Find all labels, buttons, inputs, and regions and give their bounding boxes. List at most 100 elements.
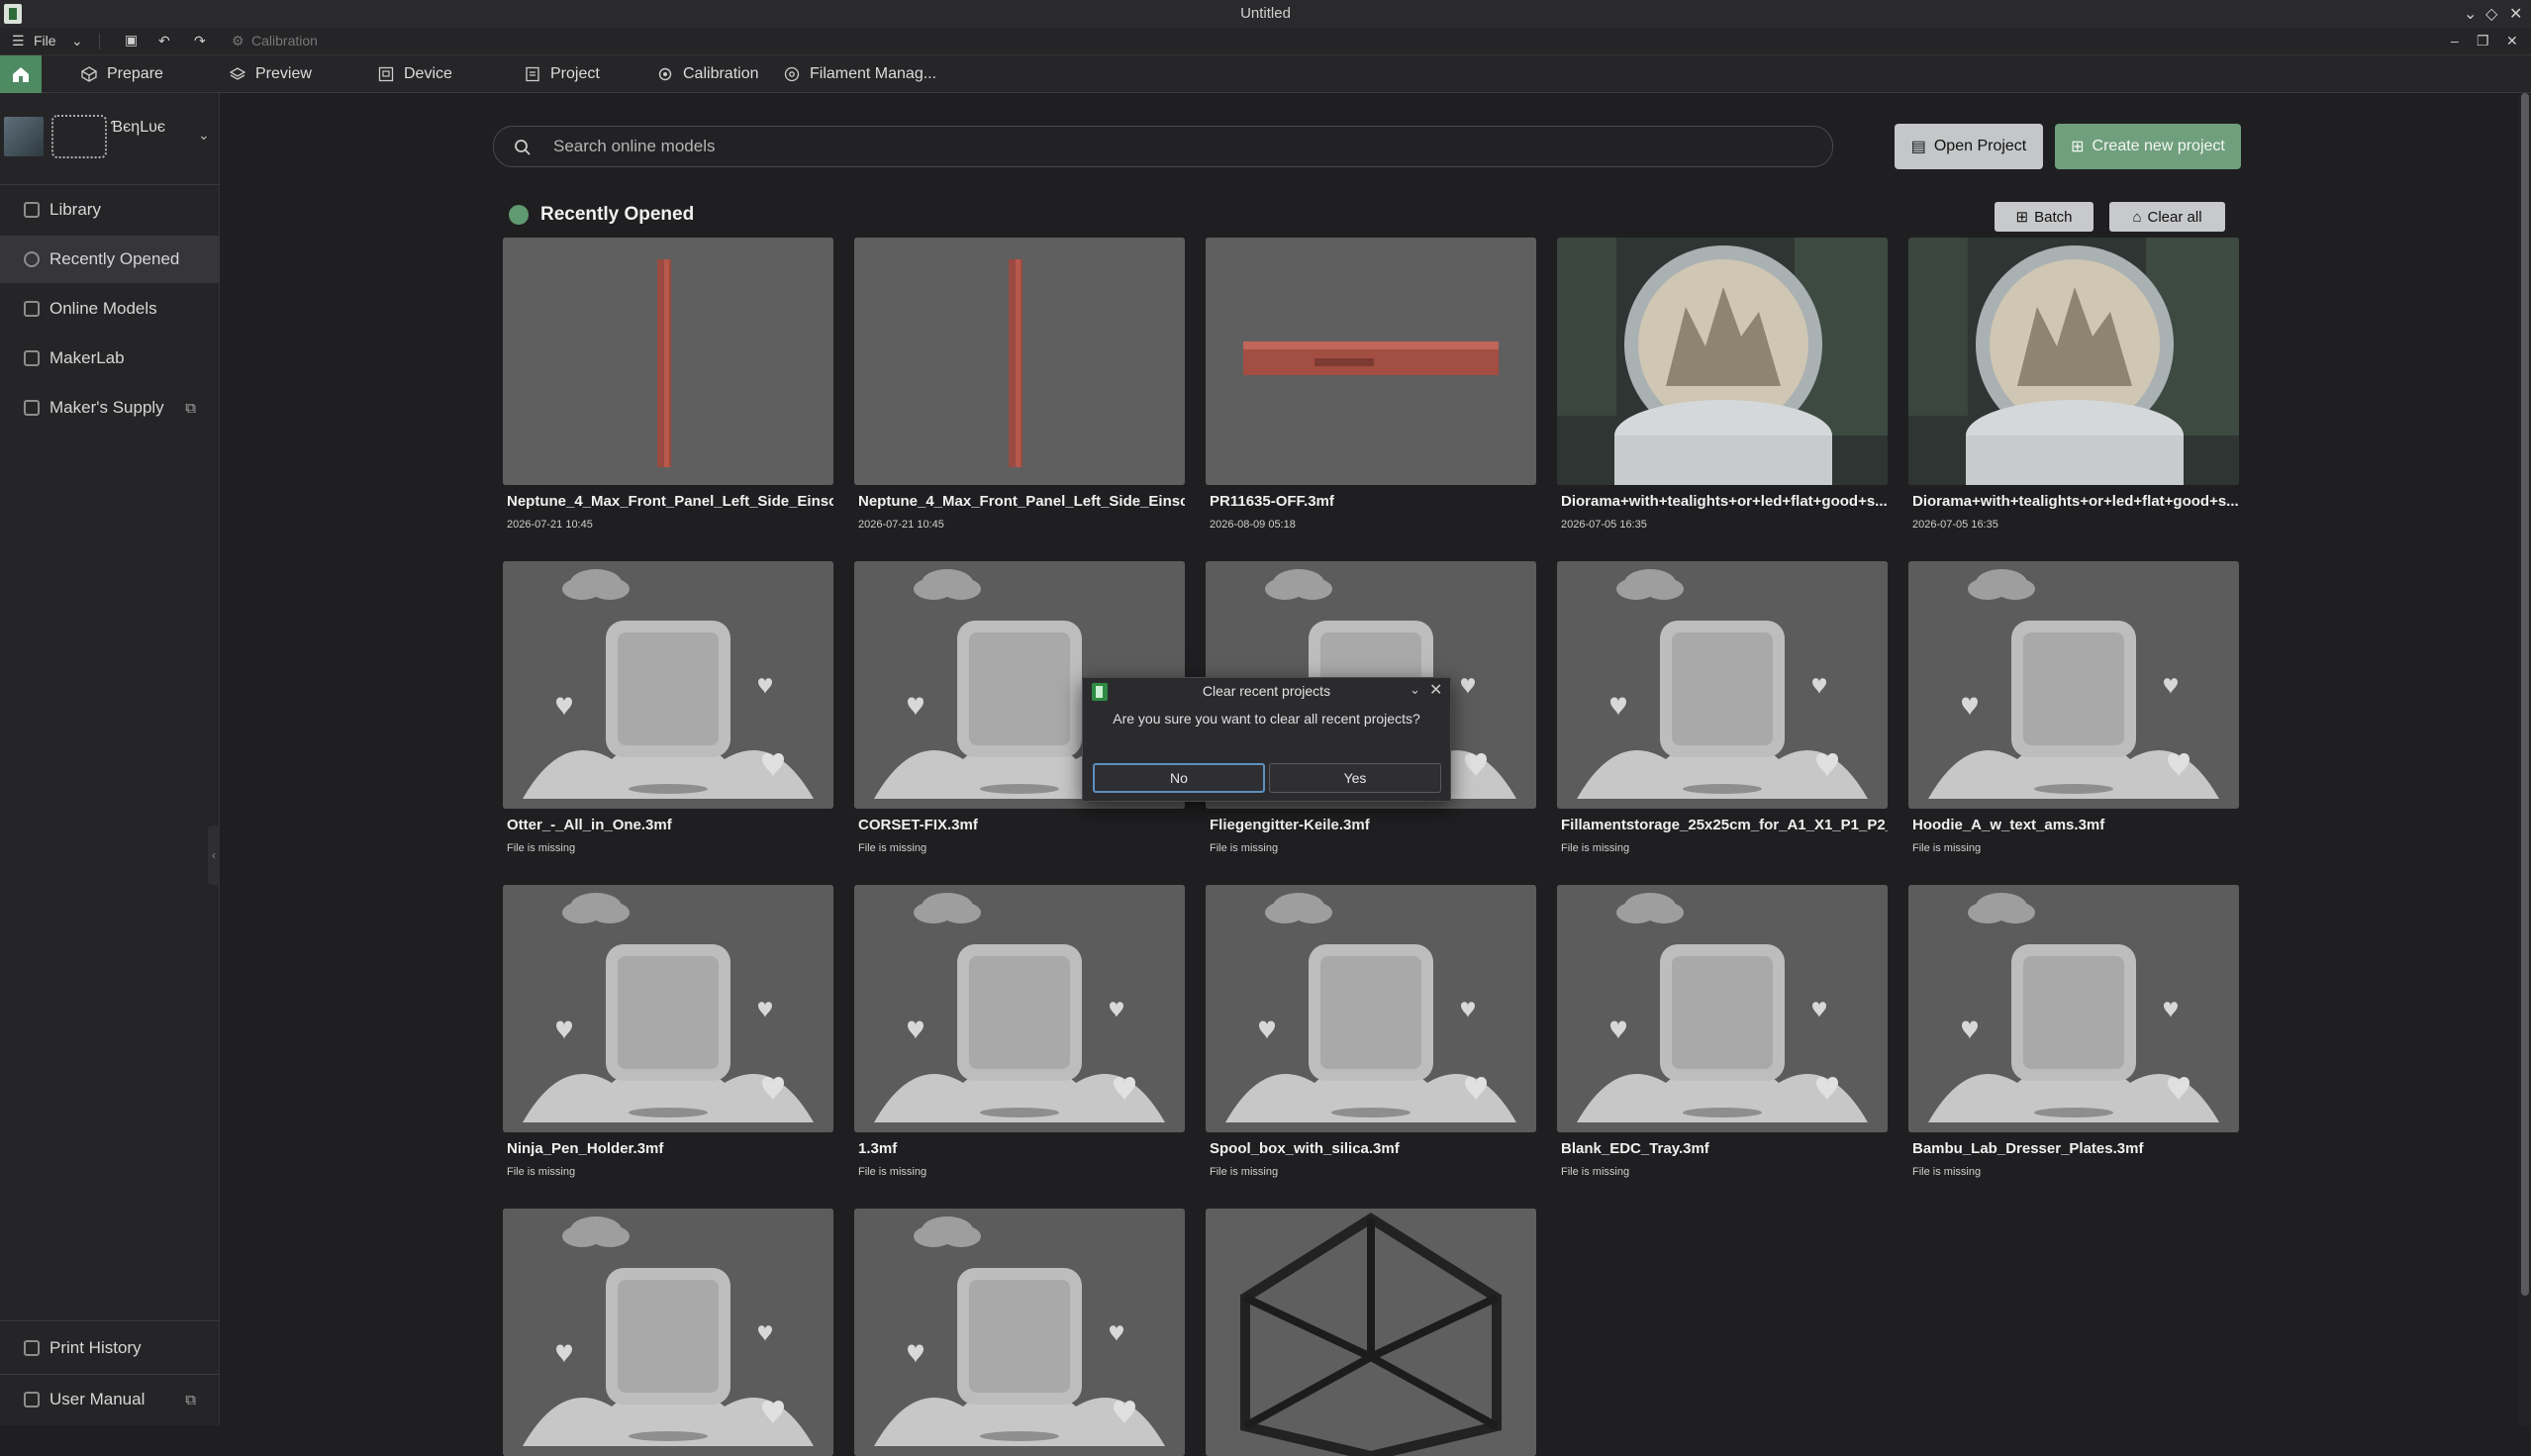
user-account[interactable]: ƁєηLυє ⌄ [0, 113, 220, 162]
dialog-message: Are you sure you want to clear all recen… [1113, 711, 1420, 727]
project-meta: File is missing [1210, 842, 1279, 854]
batch-button[interactable]: ⊞ Batch [1995, 202, 2093, 232]
project-meta: File is missing [507, 1166, 576, 1178]
close-doc-icon[interactable]: ✕ [2506, 33, 2518, 49]
dialog-close-icon[interactable]: ✕ [1429, 680, 1442, 700]
project-name: Diorama+with+tealights+or+led+flat+good+… [1561, 493, 1888, 510]
project-name: Fillamentstorage_25x25cm_for_A1_X1_P1_P2… [1561, 817, 1888, 833]
broom-icon: ⌂ [2132, 208, 2142, 226]
save-icon[interactable]: ▣ [125, 32, 138, 49]
open-project-button[interactable]: ▤ Open Project [1895, 124, 2043, 169]
maximize-window-icon[interactable]: ◇ [2485, 4, 2497, 24]
project-thumbnail[interactable] [1557, 238, 1888, 485]
minimize-doc-icon[interactable]: – [2451, 33, 2459, 49]
tab-filament-manager[interactable]: Filament Manag... [784, 55, 936, 93]
missing-image-placeholder-icon[interactable] [1557, 885, 1888, 1132]
project-name: Neptune_4_Max_Front_Panel_Left_Side_Eins… [507, 493, 833, 510]
tab-label: Calibration [683, 65, 759, 82]
file-menu[interactable]: File [34, 33, 56, 49]
tab-label: Project [550, 65, 600, 82]
undo-icon[interactable]: ↶ [158, 33, 170, 49]
create-new-project-button[interactable]: ⊞ Create new project [2055, 124, 2241, 169]
project-thumbnail[interactable] [854, 238, 1185, 485]
project-name: Blank_EDC_Tray.3mf [1561, 1140, 1709, 1157]
yes-button[interactable]: Yes [1269, 763, 1441, 793]
missing-image-placeholder-icon[interactable] [503, 885, 833, 1132]
tab-calibration[interactable]: Calibration [657, 55, 758, 93]
external-link-icon: ⧉ [185, 399, 196, 417]
project-name: Otter_-_All_in_One.3mf [507, 817, 672, 833]
sidebar-item-makerlab[interactable]: MakerLab [0, 335, 220, 382]
project-meta: File is missing [1561, 1166, 1630, 1178]
file-dropdown-chevron-icon[interactable]: ⌄ [71, 33, 83, 49]
supply-icon [24, 400, 40, 416]
cube-icon [81, 66, 97, 82]
window-title: Untitled [1240, 5, 1291, 22]
no-button[interactable]: No [1093, 763, 1265, 793]
missing-image-placeholder-icon[interactable] [854, 1209, 1185, 1456]
project-thumbnail[interactable] [503, 238, 833, 485]
main-tab-bar: Prepare Preview Device Project Calibrati… [0, 55, 2531, 93]
project-thumbnail[interactable] [1206, 238, 1536, 485]
sidebar-item-library[interactable]: Library [0, 186, 220, 234]
project-thumbnail[interactable] [1206, 1209, 1536, 1456]
redo-icon[interactable]: ↷ [194, 33, 206, 49]
missing-image-placeholder-icon[interactable] [854, 885, 1185, 1132]
manual-icon [24, 1392, 40, 1407]
sidebar-item-makers-supply[interactable]: Maker's Supply ⧉ [0, 384, 220, 432]
chevron-down-icon[interactable]: ⌄ [198, 127, 210, 144]
project-name: Diorama+with+tealights+or+led+flat+good+… [1912, 493, 2239, 510]
tab-prepare[interactable]: Prepare [81, 55, 163, 93]
user-badge-icon [51, 115, 107, 158]
project-meta: 2026-07-21 10:45 [858, 519, 944, 531]
missing-image-placeholder-icon[interactable] [1908, 561, 2239, 809]
scrollbar[interactable] [2519, 93, 2531, 1425]
sidebar-item-user-manual[interactable]: User Manual ⧉ [0, 1376, 220, 1423]
sidebar-collapse-handle[interactable]: ‹ [208, 825, 220, 885]
missing-image-placeholder-icon[interactable] [1206, 885, 1536, 1132]
search-input[interactable] [553, 133, 1801, 160]
avatar [4, 117, 44, 156]
missing-image-placeholder-icon[interactable] [1557, 561, 1888, 809]
sidebar-item-print-history[interactable]: Print History [0, 1324, 220, 1372]
device-icon [378, 66, 394, 82]
sidebar-item-recently-opened[interactable]: Recently Opened [0, 236, 220, 283]
home-button[interactable] [0, 55, 42, 93]
menu-separator [99, 34, 100, 49]
sidebar-item-label: Print History [49, 1338, 142, 1357]
restore-doc-icon[interactable]: ❐ [2477, 33, 2489, 49]
missing-image-placeholder-icon[interactable] [503, 561, 833, 809]
create-project-label: Create new project [2092, 138, 2225, 154]
project-name: Ninja_Pen_Holder.3mf [507, 1140, 664, 1157]
section-title-text: Recently Opened [540, 204, 695, 225]
title-bar: Untitled ⌄ ◇ ✕ [0, 0, 2531, 28]
sidebar-item-online-models[interactable]: Online Models [0, 285, 220, 333]
tab-device[interactable]: Device [378, 55, 452, 93]
tab-preview[interactable]: Preview [229, 55, 312, 93]
minimize-window-icon[interactable]: ⌄ [2464, 4, 2477, 24]
project-name: Hoodie_A_w_text_ams.3mf [1912, 817, 2105, 833]
menu-bar: ☰ File ⌄ ▣ ↶ ↷ ⚙ Calibration – ❐ ✕ [0, 28, 2531, 55]
project-meta: File is missing [1912, 842, 1982, 854]
project-meta: File is missing [507, 842, 576, 854]
search-bar[interactable] [493, 126, 1833, 167]
project-meta: File is missing [858, 842, 927, 854]
hamburger-icon[interactable]: ☰ [12, 33, 25, 49]
clear-all-label: Clear all [2147, 208, 2202, 226]
project-name: Neptune_4_Max_Front_Panel_Left_Side_Eins… [858, 493, 1185, 510]
close-window-icon[interactable]: ✕ [2509, 4, 2522, 24]
project-thumbnail[interactable] [1908, 238, 2239, 485]
missing-image-placeholder-icon[interactable] [1908, 885, 2239, 1132]
scrollbar-thumb[interactable] [2521, 93, 2529, 1296]
project-icon [525, 66, 540, 82]
missing-image-placeholder-icon[interactable] [503, 1209, 833, 1456]
tab-project[interactable]: Project [525, 55, 600, 93]
grid-icon [24, 301, 40, 317]
sidebar-item-label: Library [49, 200, 101, 219]
dialog-collapse-icon[interactable]: ⌄ [1410, 682, 1420, 698]
clear-all-button[interactable]: ⌂ Clear all [2109, 202, 2225, 232]
sidebar-divider [0, 1374, 220, 1375]
open-project-label: Open Project [1933, 138, 2027, 154]
calibration-menu-label[interactable]: Calibration [251, 33, 318, 49]
calibration-menu-icon: ⚙ [232, 33, 244, 49]
